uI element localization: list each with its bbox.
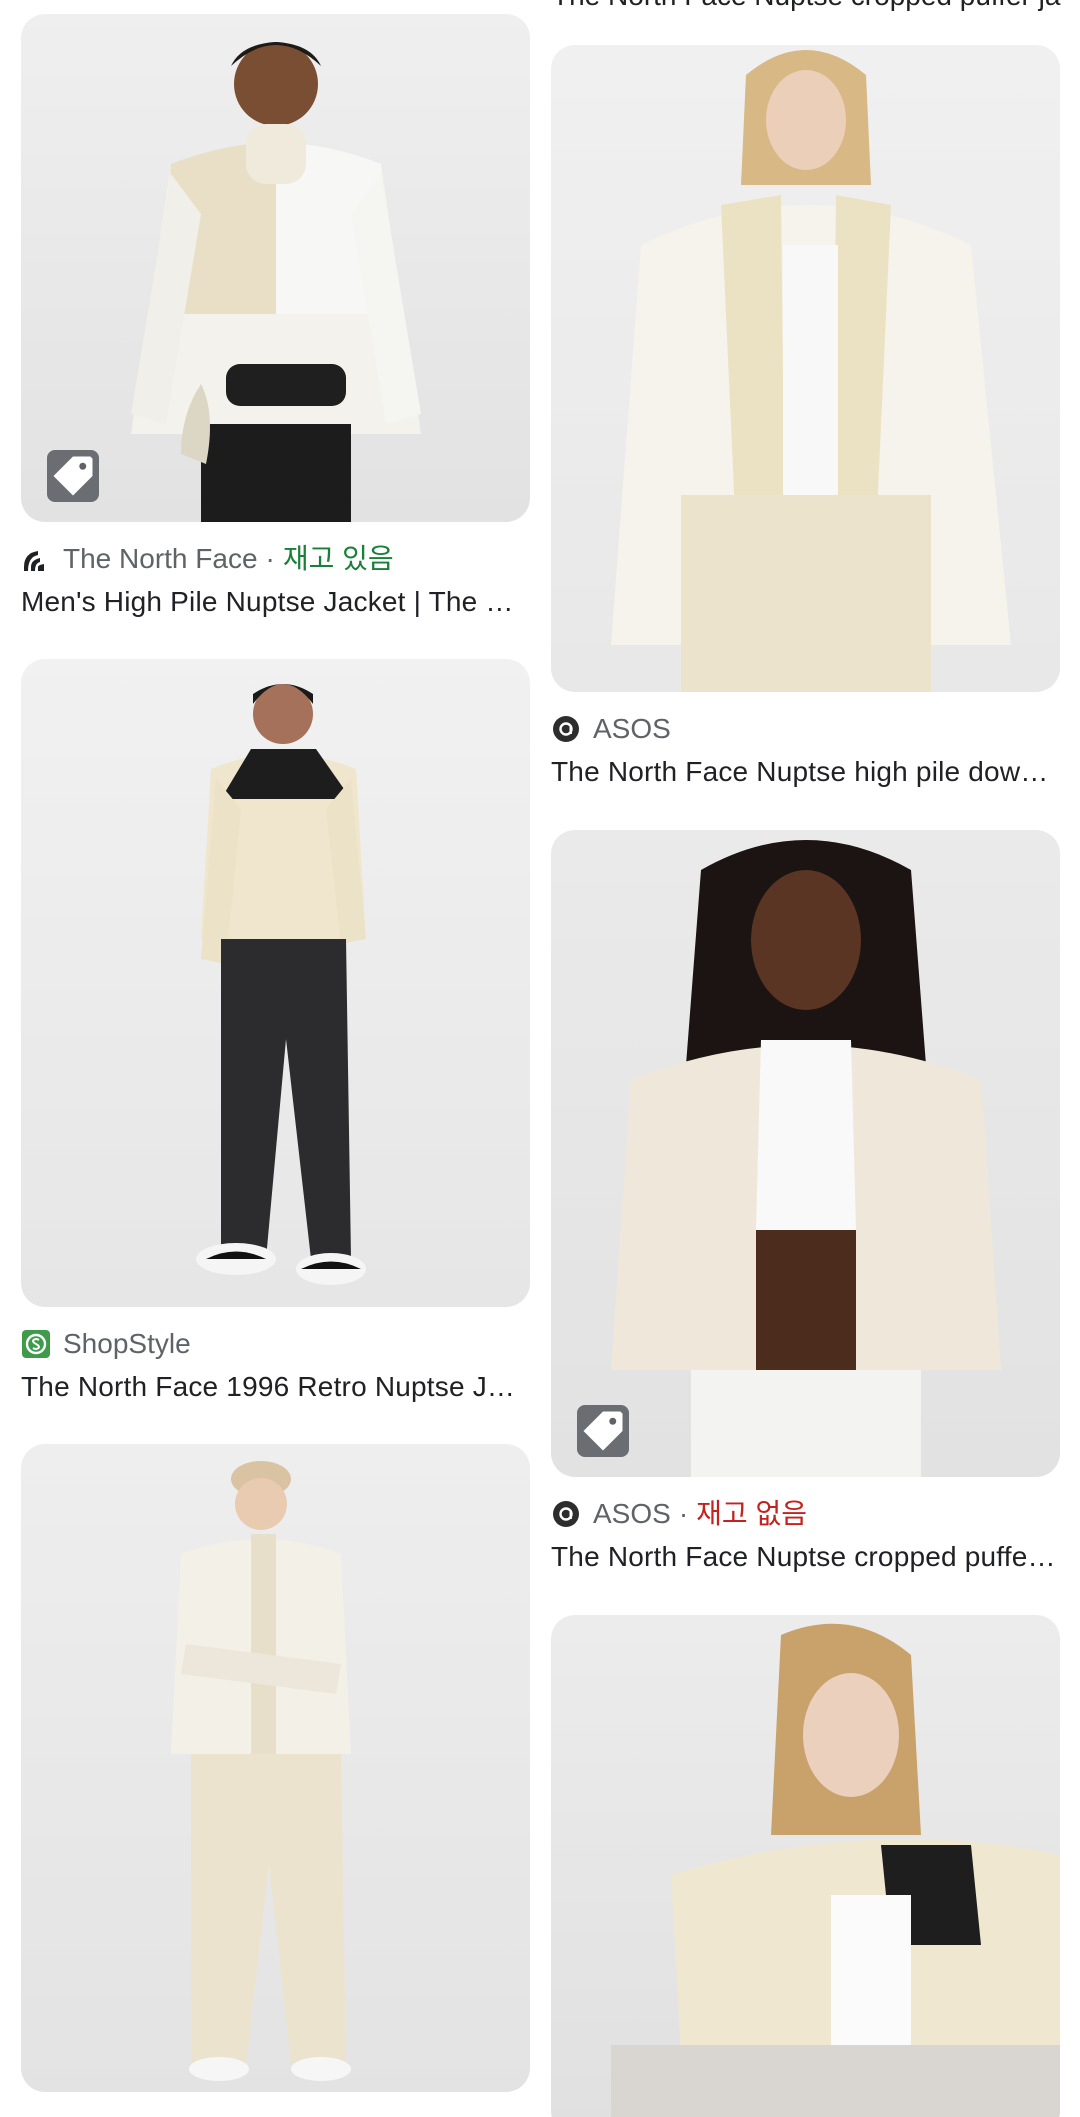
- product-image[interactable]: [21, 1444, 530, 2092]
- result-card[interactable]: ShopStyle The North Face 1996 Retro Nupt…: [21, 659, 530, 1405]
- result-card[interactable]: ASOS · 재고 없음 The North Face Nuptse cropp…: [551, 830, 1060, 1575]
- result-source-name: ASOS: [593, 713, 671, 744]
- result-card[interactable]: ASOS The North Face Nuptse high pile dow…: [551, 45, 1060, 790]
- result-card[interactable]: The North Face · 재고 있음 Men's High Pile N…: [21, 14, 530, 620]
- result-source-row: The North Face · 재고 있음: [21, 542, 530, 576]
- partial-result-title[interactable]: The North Face Nuptse cropped puffer jac…: [552, 0, 1061, 14]
- result-source-name: The North Face: [63, 543, 258, 574]
- price-tag-badge[interactable]: [577, 1405, 629, 1457]
- result-source-name: ASOS: [593, 1498, 671, 1529]
- the-north-face-logo-icon: [21, 544, 51, 574]
- result-title[interactable]: The North Face Nuptse high pile down jac…: [551, 754, 1060, 790]
- result-source-row: ASOS · 재고 없음: [551, 1497, 1060, 1531]
- stock-status: 재고 있음: [282, 543, 394, 574]
- product-image[interactable]: [21, 659, 530, 1307]
- product-photo-illustration: [611, 1623, 1060, 2117]
- stock-status: 재고 없음: [696, 1498, 807, 1529]
- price-tag-badge[interactable]: [47, 450, 99, 502]
- product-photo-illustration: [131, 42, 421, 522]
- result-title[interactable]: The North Face 1996 Retro Nuptse Jacket: [21, 1369, 530, 1405]
- result-title[interactable]: The North Face Nuptse cropped puffer jac…: [551, 1539, 1060, 1575]
- product-image[interactable]: [551, 1615, 1060, 2117]
- price-tag-icon: [53, 456, 93, 496]
- price-tag-icon: [583, 1411, 623, 1451]
- product-photo-illustration: [611, 840, 1001, 1477]
- product-image[interactable]: [551, 45, 1060, 692]
- result-source-row: ASOS: [551, 712, 1060, 746]
- shopstyle-logo-icon: [21, 1329, 51, 1359]
- result-card[interactable]: [21, 1444, 530, 2092]
- meta-separator: ·: [265, 543, 275, 574]
- result-source-row: ShopStyle: [21, 1327, 530, 1361]
- asos-logo-icon: [551, 1499, 581, 1529]
- product-photo-illustration: [171, 1461, 351, 2081]
- result-title[interactable]: Men's High Pile Nuptse Jacket | The Nort…: [21, 584, 530, 620]
- image-results-grid: The North Face Nuptse cropped puffer jac…: [0, 0, 1080, 2117]
- result-card[interactable]: [551, 1615, 1060, 2117]
- meta-separator: ·: [678, 1498, 689, 1529]
- product-image[interactable]: [551, 830, 1060, 1477]
- product-image[interactable]: [21, 14, 530, 522]
- asos-logo-icon: [551, 714, 581, 744]
- result-source-name: ShopStyle: [63, 1328, 191, 1359]
- product-photo-illustration: [196, 684, 366, 1285]
- product-photo-illustration: [611, 50, 1011, 692]
